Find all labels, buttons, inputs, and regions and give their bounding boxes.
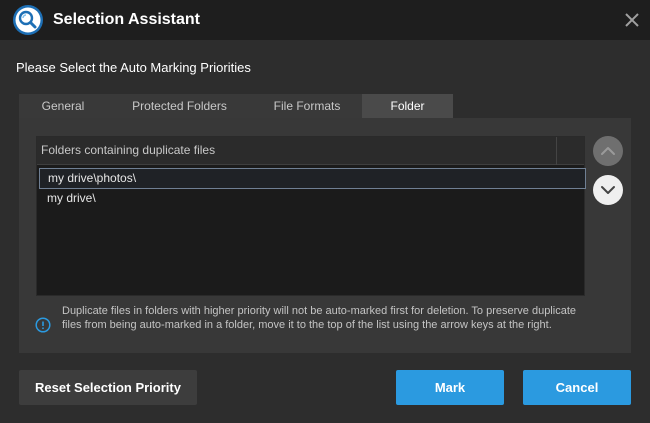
list-header-label: Folders containing duplicate files [41, 143, 216, 157]
folder-priority-list[interactable]: Folders containing duplicate files my dr… [36, 136, 586, 296]
list-item[interactable]: my drive\photos\ [39, 168, 586, 189]
tab-folder[interactable]: Folder [362, 94, 453, 118]
tab-file-formats[interactable]: File Formats [252, 94, 362, 118]
cancel-button[interactable]: Cancel [523, 370, 631, 405]
close-icon[interactable] [622, 10, 642, 30]
reset-selection-priority-button[interactable]: Reset Selection Priority [19, 370, 197, 405]
list-header: Folders containing duplicate files [37, 137, 584, 165]
chevron-down-icon[interactable] [593, 175, 623, 205]
title-bar: Selection Assistant [0, 0, 650, 40]
list-item[interactable]: my drive\ [39, 189, 586, 210]
tab-bar: General Protected Folders File Formats F… [19, 94, 453, 118]
info-icon [35, 317, 51, 333]
chevron-up-icon[interactable] [593, 136, 623, 166]
info-message: Duplicate files in folders with higher p… [62, 305, 576, 331]
column-divider [556, 137, 557, 165]
folder-panel: Folders containing duplicate files my dr… [19, 118, 631, 353]
window-title: Selection Assistant [53, 11, 201, 28]
search-magnifier-icon [13, 5, 43, 35]
tab-protected-folders[interactable]: Protected Folders [107, 94, 252, 118]
selection-assistant-dialog: Selection Assistant Please Select the Au… [0, 0, 650, 423]
mark-button[interactable]: Mark [396, 370, 504, 405]
tab-general[interactable]: General [19, 94, 107, 118]
page-heading: Please Select the Auto Marking Prioritie… [16, 60, 251, 75]
